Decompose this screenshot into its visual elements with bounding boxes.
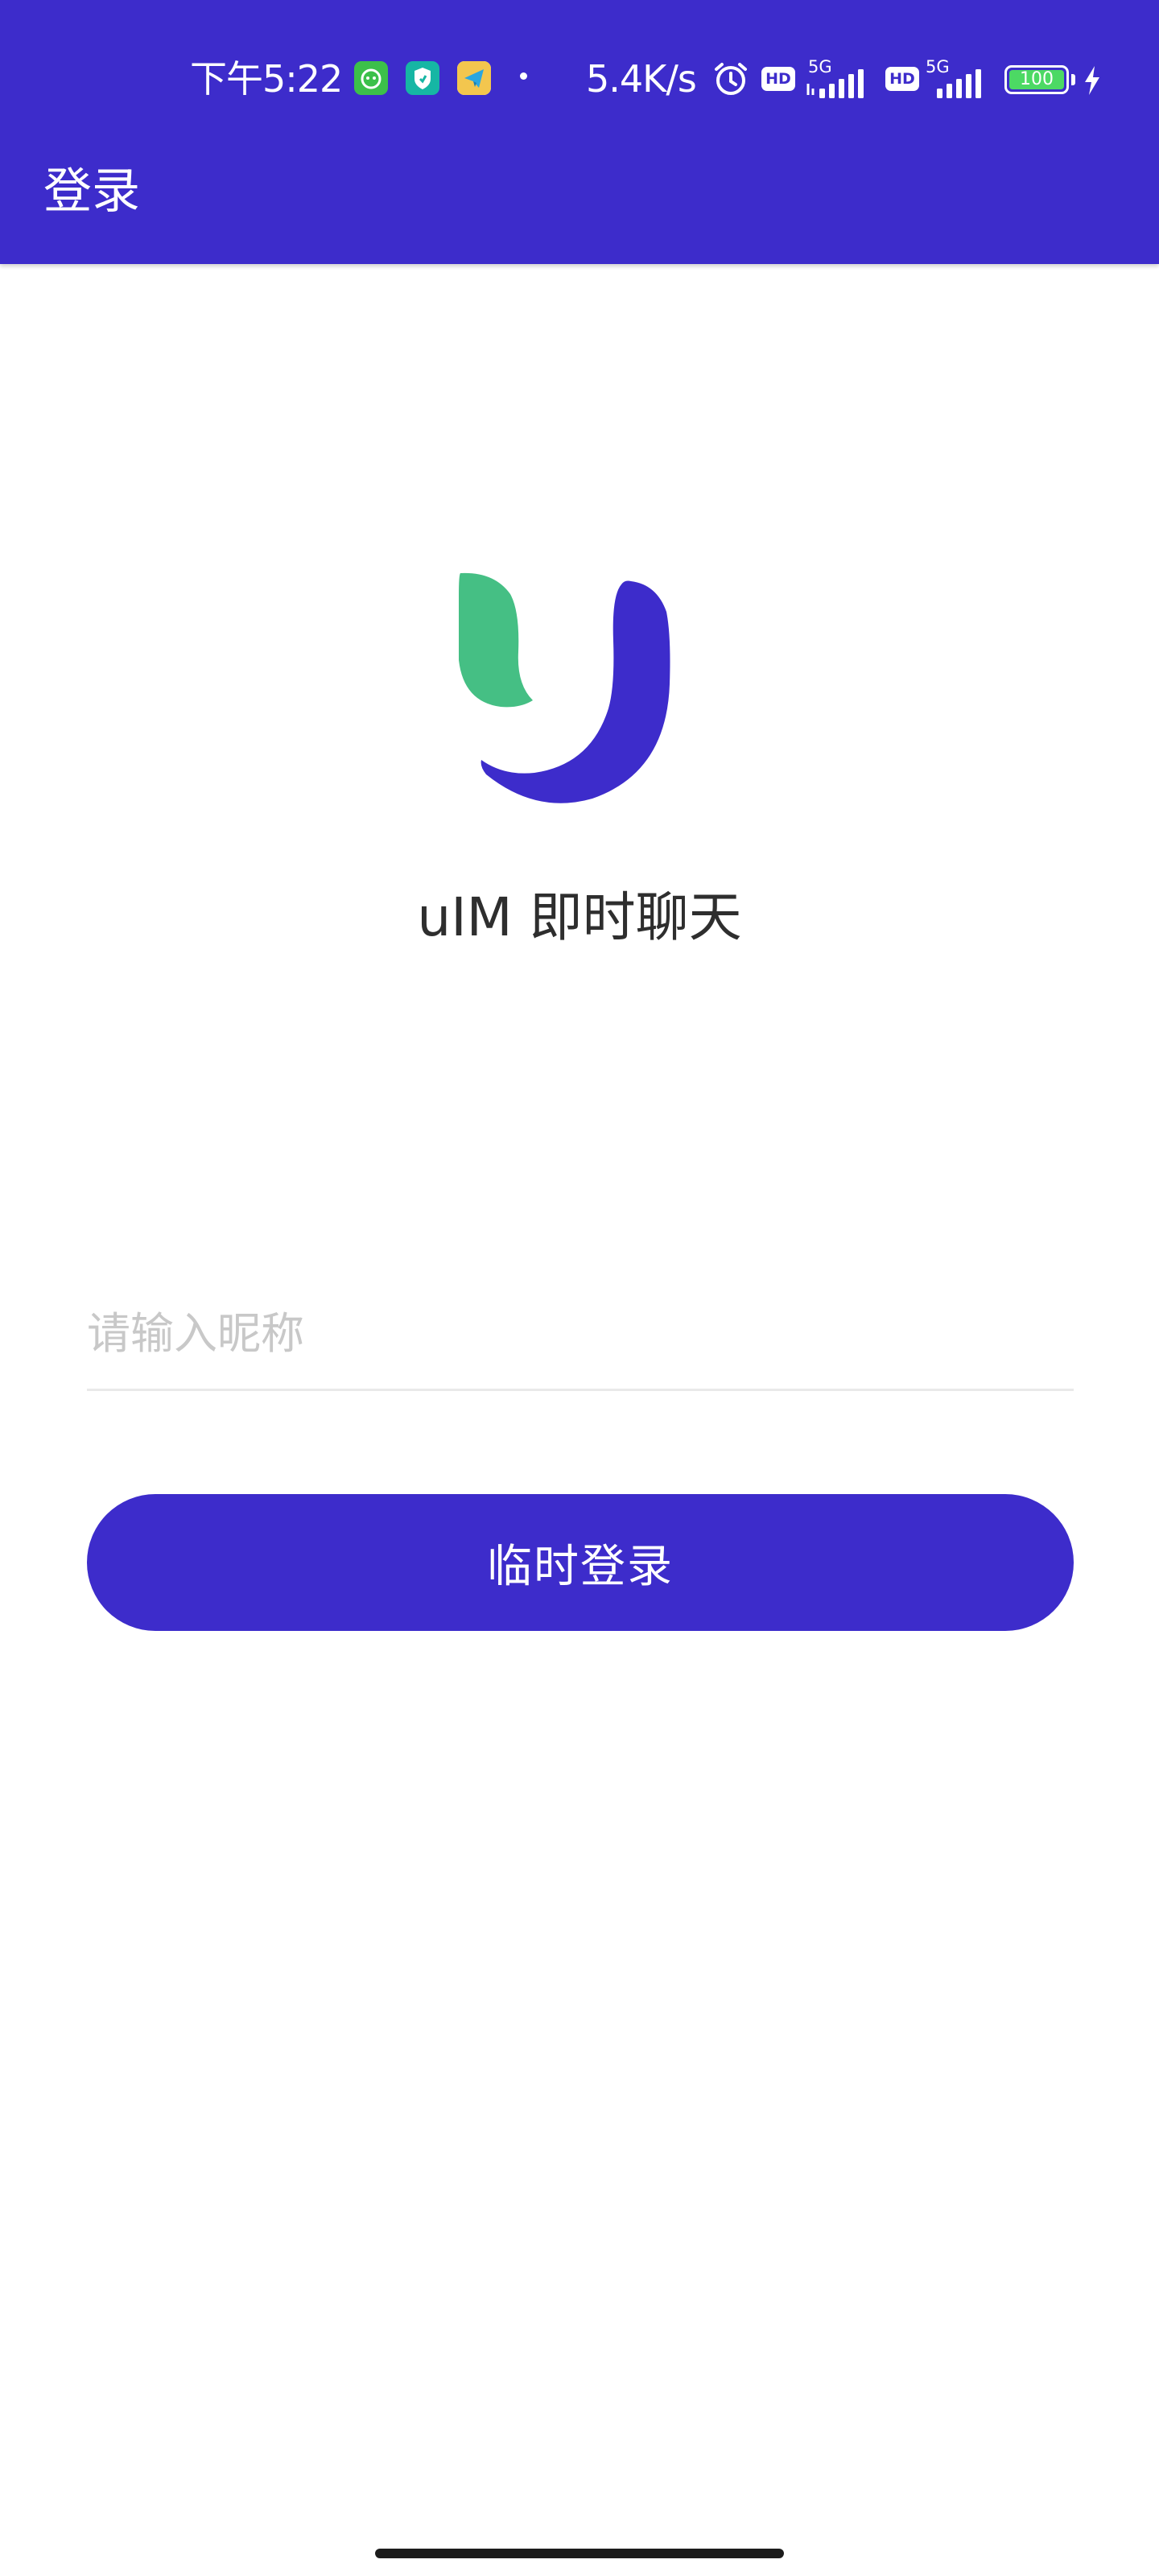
battery-cap: [1071, 74, 1075, 85]
uim-logo: [448, 564, 713, 829]
battery-indicator: 100: [1004, 65, 1069, 94]
signal-icon: [932, 68, 992, 103]
status-bar: 下午5:22 5.4K/s HD 5G HD 5G 100: [0, 53, 1159, 105]
app-icon-green: [354, 61, 388, 95]
hd-badge: HD: [885, 67, 919, 91]
page-title: 登录: [43, 163, 140, 220]
battery-level: 100: [1009, 70, 1064, 89]
top-app-bar: 下午5:22 5.4K/s HD 5G HD 5G 100 登录: [0, 0, 1159, 264]
notification-dot: [520, 72, 527, 80]
status-time: 下午5:22: [190, 57, 343, 101]
alarm-icon: [710, 58, 752, 103]
app-icon-telegram: [457, 61, 491, 95]
temporary-login-button[interactable]: 临时登录: [87, 1494, 1074, 1631]
home-indicator[interactable]: [375, 2549, 784, 2558]
charging-icon: [1082, 64, 1103, 100]
signal-icon: [805, 68, 876, 103]
app-icon-shield: [406, 61, 439, 95]
app-name: uIM 即时聊天: [417, 886, 742, 948]
nickname-input[interactable]: [87, 1278, 1074, 1391]
hd-badge: HD: [761, 67, 795, 91]
network-speed: 5.4K/s: [586, 57, 697, 101]
